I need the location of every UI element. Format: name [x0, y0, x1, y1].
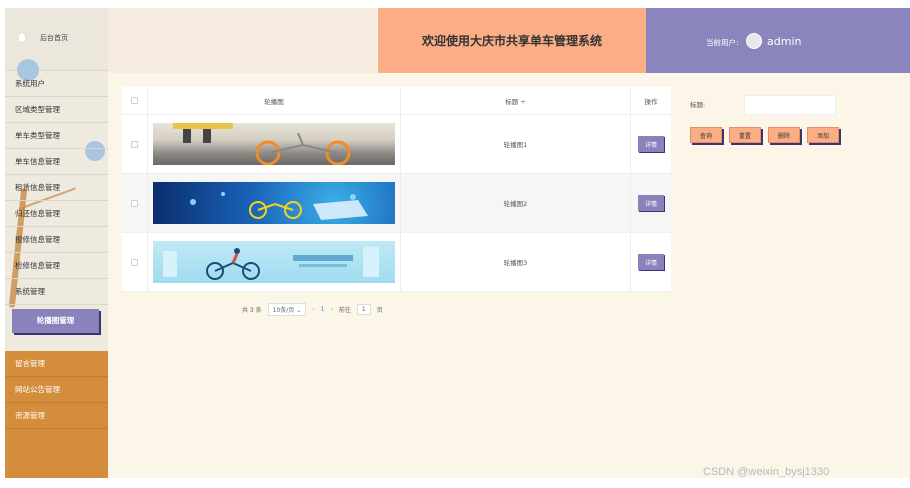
detail-button[interactable]: 详情 — [638, 195, 664, 211]
goto-page-input[interactable]: 1 — [356, 304, 371, 315]
sidebar-item-bike-types[interactable]: 单车类型管理 — [5, 123, 108, 149]
goto-label: 前往 — [338, 307, 351, 314]
page-size-select[interactable]: 10条/页 ⌄ — [267, 303, 307, 316]
sidebar-item-repair-report[interactable]: 报修信息管理 — [5, 227, 108, 253]
row-title: 轮播图1 — [401, 115, 631, 173]
sidebar-item-return-info[interactable]: 归还信息管理 — [5, 201, 108, 227]
sidebar-item-system-users[interactable]: 系统用户 — [5, 71, 108, 97]
column-header-title[interactable]: 标题 ÷ — [401, 87, 631, 114]
page-number[interactable]: 1 — [321, 306, 325, 313]
pagination: 共 3 条 10条/页 ⌄ ‹ 1 › 前往 1 页 — [242, 303, 383, 316]
watermark: CSDN @weixin_bysj1330 — [703, 466, 830, 478]
user-panel: 当前用户: admin — [646, 8, 910, 73]
bike-tech-banner-icon — [190, 192, 368, 220]
sidebar-item-carousel[interactable]: 轮播图管理 — [12, 309, 99, 333]
column-header-image: 轮播图 — [148, 87, 401, 114]
column-header-actions: 操作 — [644, 97, 658, 106]
current-user-name[interactable]: admin — [767, 35, 801, 48]
select-all-checkbox[interactable] — [131, 97, 138, 104]
carousel-table: 轮播图 标题 ÷ 操作 轮播图1 详情 轮播图2 详情 轮播图3 详情 — [122, 87, 671, 292]
main-content: 轮播图 标题 ÷ 操作 轮播图1 详情 轮播图2 详情 轮播图3 详情 共 3 … — [108, 73, 910, 478]
add-button[interactable]: 添加 — [807, 127, 840, 143]
bike-rider-banner-icon — [163, 247, 379, 280]
sidebar-menu: 系统用户 区域类型管理 单车类型管理 单车信息管理 租赁信息管理 归还信息管理 … — [5, 71, 108, 333]
reset-button[interactable]: 重置 — [729, 127, 762, 143]
prev-page-button[interactable]: ‹ — [312, 306, 314, 313]
pagination-total: 共 3 条 — [242, 307, 262, 314]
title-filter-input[interactable] — [744, 95, 836, 115]
bike-photo-icon — [173, 123, 351, 165]
home-icon — [16, 31, 28, 43]
sidebar-item-maintenance[interactable]: 检修信息管理 — [5, 253, 108, 279]
sidebar-item-rental-info[interactable]: 租赁信息管理 — [5, 175, 108, 201]
sidebar: 后台首页 系统用户 区域类型管理 单车类型管理 单车信息管理 租赁信息管理 归还… — [5, 8, 108, 478]
next-page-button[interactable]: › — [330, 306, 332, 313]
search-button[interactable]: 查询 — [690, 127, 723, 143]
sidebar-item-announcements[interactable]: 网站公告管理 — [5, 377, 108, 403]
carousel-thumbnail — [153, 182, 395, 224]
detail-button[interactable]: 详情 — [638, 136, 664, 152]
row-checkbox[interactable] — [131, 140, 138, 148]
avatar[interactable] — [746, 33, 762, 49]
row-checkbox[interactable] — [131, 258, 138, 266]
sidebar-item-messages[interactable]: 留言管理 — [5, 351, 108, 377]
sidebar-bottom-section: 留言管理 网站公告管理 资源管理 — [5, 351, 108, 478]
sidebar-item-bike-info[interactable]: 单车信息管理 — [5, 149, 108, 175]
sidebar-item-resources[interactable]: 资源管理 — [5, 403, 108, 429]
sidebar-item-region-types[interactable]: 区域类型管理 — [5, 97, 108, 123]
goto-unit: 页 — [376, 307, 383, 314]
header-left-panel — [108, 8, 378, 73]
table-row: 轮播图1 详情 — [122, 115, 671, 174]
current-user-label: 当前用户: — [706, 38, 739, 47]
carousel-thumbnail — [153, 241, 395, 283]
row-title: 轮播图3 — [401, 233, 631, 291]
title-filter-label: 标题: — [690, 101, 706, 109]
table-row: 轮播图3 详情 — [122, 233, 671, 292]
delete-button[interactable]: 删除 — [768, 127, 801, 143]
home-link[interactable]: 后台首页 — [40, 33, 68, 43]
filter-actions: 查询 重置 删除 添加 — [690, 127, 840, 143]
row-checkbox[interactable] — [131, 199, 138, 207]
row-title: 轮播图2 — [401, 174, 631, 232]
table-row: 轮播图2 详情 — [122, 174, 671, 233]
table-header-row: 轮播图 标题 ÷ 操作 — [122, 87, 671, 115]
page-title: 欢迎使用大庆市共享单车管理系统 — [378, 8, 646, 73]
sidebar-item-system-admin[interactable]: 系统管理 — [5, 279, 108, 305]
carousel-thumbnail — [153, 123, 395, 165]
detail-button[interactable]: 详情 — [638, 254, 664, 270]
